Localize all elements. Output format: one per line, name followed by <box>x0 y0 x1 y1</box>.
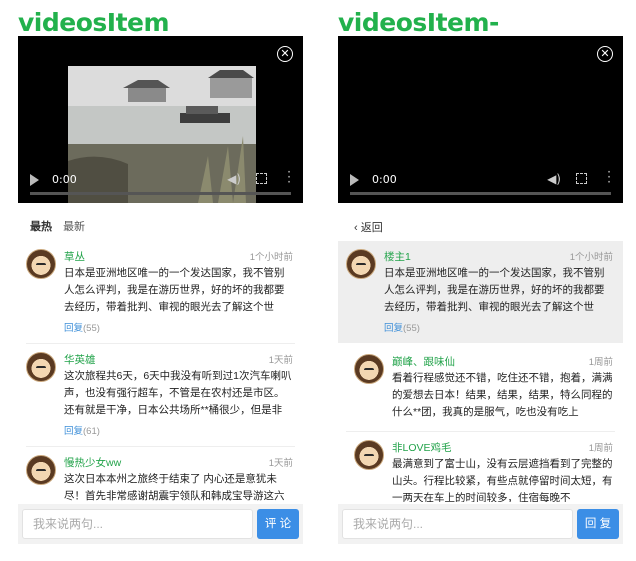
comment-content: 这次旅程共6天，6天中我没有听到过1次汽车喇叭声，也没有强行超车，不管是在农村还… <box>64 370 292 416</box>
comment-content: 日本是亚洲地区唯一的一个发达国家，我不管别人怎么评判，我是在游历世界，好的坏的我… <box>64 267 285 313</box>
close-icon[interactable]: ✕ <box>597 46 613 62</box>
avatar[interactable] <box>354 354 384 384</box>
reply-label: 回复 <box>64 426 84 437</box>
avatar[interactable] <box>354 440 384 470</box>
reply-content: 最满意到了富士山，没有云层遮挡看到了完整的山头。行程比较紧，有些点就停留时间太短… <box>392 458 613 502</box>
comment-time: 1天前 <box>268 458 293 469</box>
comment-author[interactable]: 慢热少女ww <box>64 455 121 470</box>
play-icon[interactable] <box>30 174 39 186</box>
comment-item-panel: ✕ 0:00 ◀) · · · ‹ 返回 楼主1 1个小时前 日本是亚洲地区唯一的一… <box>338 36 623 546</box>
chevron-left-icon: ‹ <box>354 222 361 234</box>
reply-item[interactable]: 非LOVE鸡毛 1周前 最满意到了富士山，没有云层遮挡看到了完整的山头。行程比较… <box>338 432 623 504</box>
video-time: 0:00 <box>372 173 397 186</box>
submit-reply-button[interactable]: 回 复 <box>577 509 619 539</box>
video-time: 0:00 <box>52 173 77 186</box>
avatar[interactable] <box>346 249 376 279</box>
close-icon[interactable]: ✕ <box>277 46 293 62</box>
video-controls: 0:00 ◀) · · · <box>18 163 303 203</box>
reply-input[interactable]: 我来说两句... <box>342 509 573 539</box>
reply-author[interactable]: 非LOVE鸡毛 <box>392 440 452 455</box>
back-button[interactable]: ‹ 返回 <box>354 219 383 235</box>
video-player[interactable]: ✕ 0:00 ◀) · · · <box>338 36 623 203</box>
progress-track[interactable] <box>30 192 291 195</box>
left-panel-title: videosItem <box>18 8 170 37</box>
progress-track[interactable] <box>350 192 611 195</box>
reply-link[interactable]: 回复(55) <box>64 320 100 334</box>
comment-time: 1个小时前 <box>569 252 613 263</box>
comment-time: 1个小时前 <box>249 252 293 263</box>
comment-input[interactable]: 我来说两句... <box>22 509 253 539</box>
more-options-icon[interactable]: · · · <box>287 166 291 188</box>
comment-author[interactable]: 楼主1 <box>384 249 411 264</box>
tab-new[interactable]: 最新 <box>63 221 85 233</box>
reply-count: (55) <box>83 323 100 334</box>
tab-hot[interactable]: 最热 <box>30 221 52 233</box>
reply-item[interactable]: 巅峰、跟味仙 1周前 看着行程感觉还不错，吃住还不错，抱着，满满的爱想去日本！结… <box>338 346 623 432</box>
video-controls: 0:00 ◀) · · · <box>338 163 623 203</box>
reply-time: 1周前 <box>588 357 613 368</box>
comment-item[interactable]: 慢热少女ww 1天前 这次日本本州之旅终于结束了 内心还是意犹未尽！首先非常感谢… <box>18 447 303 509</box>
back-label: 返回 <box>360 222 383 234</box>
comment-tabs: 最热 最新 <box>30 218 93 234</box>
fullscreen-icon[interactable] <box>576 173 587 184</box>
comment-author[interactable]: 草丛 <box>64 249 85 264</box>
comment-input-bar: 我来说两句... 评 论 <box>18 504 303 544</box>
comment-author[interactable]: 华英雄 <box>64 352 96 367</box>
avatar[interactable] <box>26 455 56 485</box>
avatar[interactable] <box>26 249 56 279</box>
comment-item[interactable]: 华英雄 1天前 这次旅程共6天，6天中我没有听到过1次汽车喇叭声，也没有强行超车… <box>18 344 303 447</box>
submit-comment-button[interactable]: 评 论 <box>257 509 299 539</box>
video-player[interactable]: ✕ 0:00 ◀) · · · <box>18 36 303 203</box>
fullscreen-icon[interactable] <box>256 173 267 184</box>
reply-count: (55) <box>403 323 420 334</box>
reply-input-bar: 我来说两句... 回 复 <box>338 504 623 544</box>
more-options-icon[interactable]: · · · <box>607 166 611 188</box>
videos-item-panel: ✕ 0:00 ◀) · · · 最热 最新 草丛 1个小时前 日本是亚洲地区唯一的一… <box>18 36 303 546</box>
reply-label: 回复 <box>384 323 404 334</box>
comment-content: 这次日本本州之旅终于结束了 内心还是意犹未尽！首先非常感谢胡震宇领队和韩成宝导游… <box>64 473 285 502</box>
reply-label: 回复 <box>64 323 84 334</box>
volume-icon[interactable]: ◀) <box>547 172 561 186</box>
play-icon[interactable] <box>350 174 359 186</box>
volume-icon[interactable]: ◀) <box>227 172 241 186</box>
avatar[interactable] <box>26 352 56 382</box>
comment-item[interactable]: 草丛 1个小时前 日本是亚洲地区唯一的一个发达国家，我不管别人怎么评判，我是在游… <box>18 241 303 344</box>
reply-link[interactable]: 回复(61) <box>64 423 100 437</box>
reply-link[interactable]: 回复(55) <box>384 320 420 334</box>
reply-author[interactable]: 巅峰、跟味仙 <box>392 354 455 369</box>
reply-time: 1周前 <box>588 443 613 454</box>
comment-content: 日本是亚洲地区唯一的一个发达国家，我不管别人怎么评判，我是在游历世界，好的坏的我… <box>384 267 605 313</box>
main-comment: 楼主1 1个小时前 日本是亚洲地区唯一的一个发达国家，我不管别人怎么评判，我是在… <box>338 241 623 343</box>
reply-content: 看着行程感觉还不错，吃住还不错，抱着，满满的爱想去日本！结果，结果，结果，特么同… <box>392 372 613 418</box>
comment-time: 1天前 <box>268 355 293 366</box>
reply-count: (61) <box>83 426 100 437</box>
